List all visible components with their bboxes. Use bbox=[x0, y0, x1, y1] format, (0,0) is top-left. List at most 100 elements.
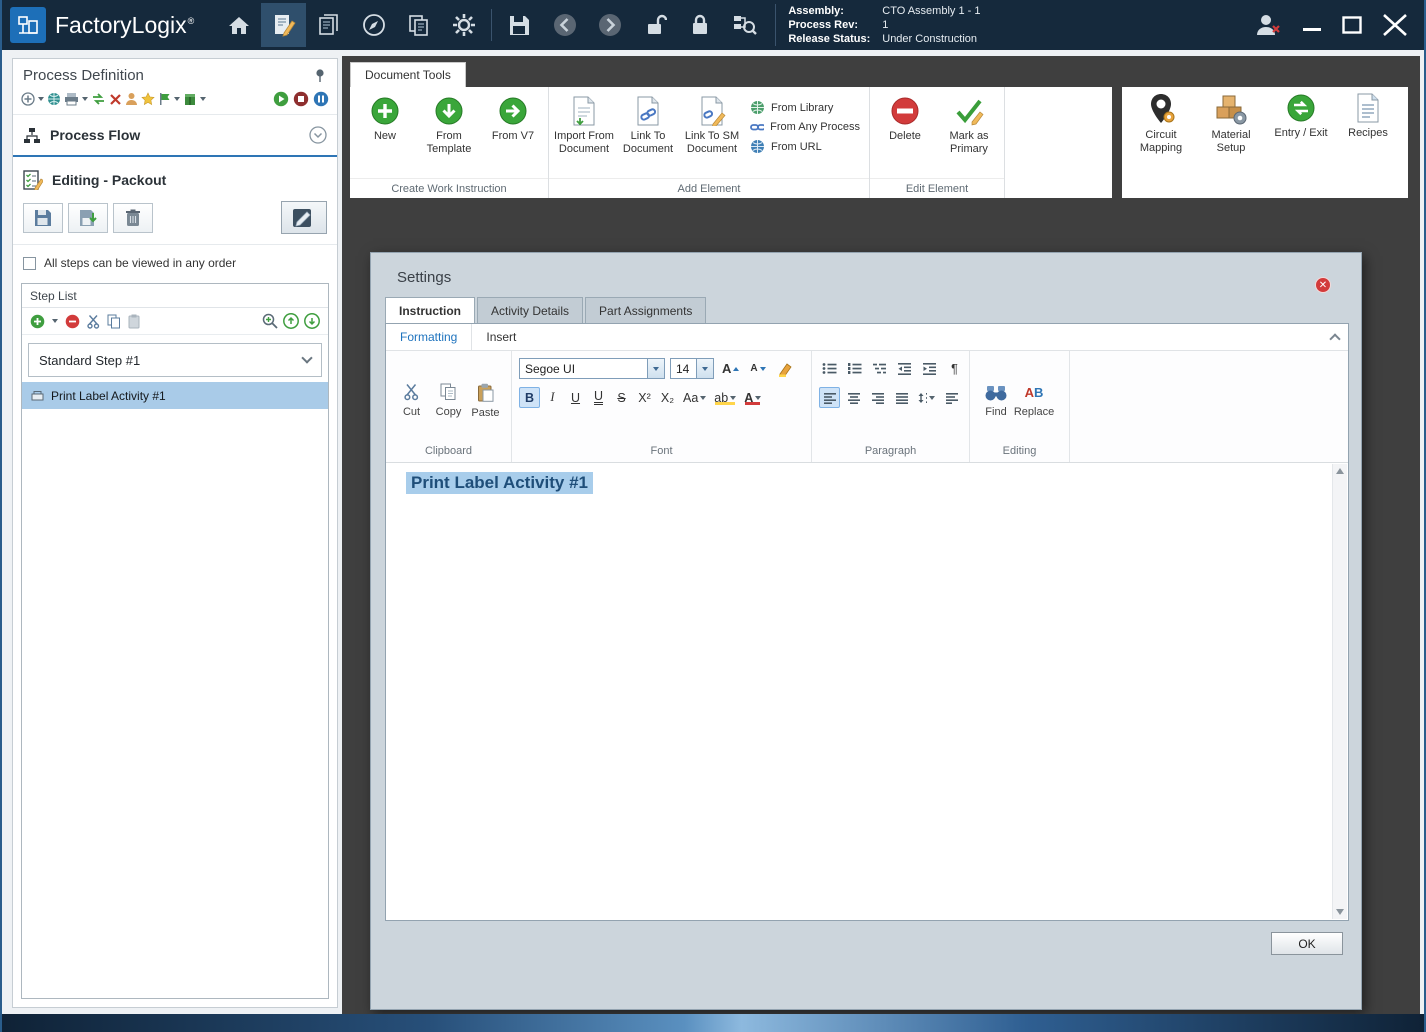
link-to-document-button[interactable]: Link To Document bbox=[616, 92, 680, 156]
maximize-button[interactable] bbox=[1342, 16, 1362, 34]
import-from-document-button[interactable]: Import From Document bbox=[552, 92, 616, 156]
tab-insert[interactable]: Insert bbox=[472, 324, 530, 350]
font-family-select[interactable]: Segoe UI bbox=[519, 358, 665, 379]
collapse-section-icon[interactable] bbox=[309, 126, 327, 144]
print-icon[interactable] bbox=[64, 92, 79, 106]
step-expand-chevron[interactable] bbox=[301, 352, 313, 364]
grow-font-button[interactable]: A bbox=[719, 358, 742, 379]
tab-instruction[interactable]: Instruction bbox=[385, 297, 475, 325]
pause-icon[interactable] bbox=[313, 91, 329, 107]
cut-step-icon[interactable] bbox=[87, 314, 100, 329]
print-dropdown-caret[interactable] bbox=[82, 97, 88, 101]
from-url-button[interactable]: From URL bbox=[750, 139, 860, 154]
collapse-ribbon-button[interactable] bbox=[1322, 324, 1348, 350]
align-right-button[interactable] bbox=[867, 387, 888, 408]
copy-step-icon[interactable] bbox=[107, 314, 121, 329]
star-icon[interactable] bbox=[141, 92, 155, 106]
entry-exit-button[interactable]: Entry / Exit bbox=[1266, 89, 1336, 196]
from-v7-button[interactable]: From V7 bbox=[481, 92, 545, 156]
add-step-caret[interactable] bbox=[52, 319, 58, 323]
superscript-button[interactable]: X² bbox=[634, 387, 655, 408]
subscript-button[interactable]: X₂ bbox=[657, 387, 678, 408]
forward-button[interactable] bbox=[587, 3, 632, 47]
paste-step-icon[interactable] bbox=[128, 314, 141, 329]
save-step-button[interactable] bbox=[23, 202, 63, 233]
add-dropdown-caret[interactable] bbox=[38, 97, 44, 101]
user-logout-button[interactable] bbox=[1254, 13, 1282, 37]
home-button[interactable] bbox=[216, 3, 261, 47]
pilcrow-button[interactable]: ¶ bbox=[944, 358, 965, 379]
increase-indent-button[interactable] bbox=[919, 358, 940, 379]
package-dropdown-caret[interactable] bbox=[200, 97, 206, 101]
save-button[interactable] bbox=[497, 3, 542, 47]
settings-close-icon[interactable]: ✕ bbox=[1315, 277, 1331, 293]
delete-step-button[interactable] bbox=[113, 202, 153, 233]
zoom-step-icon[interactable] bbox=[262, 313, 278, 329]
document-tools-tab[interactable]: Document Tools bbox=[350, 62, 466, 87]
add-step-icon[interactable] bbox=[30, 314, 45, 329]
flag-dropdown-caret[interactable] bbox=[174, 97, 180, 101]
steps-order-checkbox[interactable] bbox=[23, 256, 36, 270]
edit-work-instruction-button[interactable] bbox=[281, 201, 327, 234]
from-template-button[interactable]: From Template bbox=[417, 92, 481, 156]
align-left-button[interactable] bbox=[819, 387, 840, 408]
find-button[interactable]: Find bbox=[977, 381, 1015, 418]
back-button[interactable] bbox=[542, 3, 587, 47]
remove-step-icon[interactable] bbox=[65, 314, 80, 329]
material-setup-button[interactable]: Material Setup bbox=[1196, 89, 1266, 196]
import-step-button[interactable] bbox=[68, 202, 108, 233]
minimize-button[interactable] bbox=[1302, 16, 1322, 34]
copy-pages-button[interactable] bbox=[396, 3, 441, 47]
tab-part-assignments[interactable]: Part Assignments bbox=[585, 297, 707, 325]
add-icon[interactable] bbox=[21, 92, 35, 106]
underline-button[interactable]: U bbox=[565, 387, 586, 408]
circuit-mapping-button[interactable]: Circuit Mapping bbox=[1126, 89, 1196, 196]
recipes-button[interactable]: Recipes bbox=[1336, 89, 1400, 196]
font-size-dropdown-icon[interactable] bbox=[696, 359, 713, 378]
align-center-button[interactable] bbox=[843, 387, 864, 408]
italic-button[interactable]: I bbox=[542, 387, 563, 408]
change-case-button[interactable]: Aa bbox=[680, 387, 709, 408]
process-audit-button[interactable] bbox=[722, 3, 767, 47]
documents-button[interactable] bbox=[306, 3, 351, 47]
line-spacing-button[interactable] bbox=[915, 387, 938, 408]
gear-button[interactable] bbox=[441, 3, 486, 47]
from-any-process-button[interactable]: From Any Process bbox=[750, 121, 860, 133]
from-library-button[interactable]: From Library bbox=[750, 100, 860, 115]
activity-row-selected[interactable]: Print Label Activity #1 bbox=[22, 382, 328, 409]
process-flow-row[interactable]: Process Flow bbox=[13, 115, 337, 155]
justify-button[interactable] bbox=[891, 387, 912, 408]
move-down-icon[interactable] bbox=[304, 313, 320, 329]
scroll-down-icon[interactable] bbox=[1336, 909, 1344, 915]
tab-activity-details[interactable]: Activity Details bbox=[477, 297, 584, 325]
remove-icon[interactable] bbox=[109, 93, 122, 106]
strikethrough-button[interactable]: S bbox=[611, 387, 632, 408]
close-button[interactable] bbox=[1382, 14, 1408, 36]
package-icon[interactable] bbox=[183, 92, 197, 106]
copy-button[interactable]: Copy bbox=[430, 380, 467, 418]
unlock-button[interactable] bbox=[632, 3, 677, 47]
multilevel-list-button[interactable] bbox=[869, 358, 890, 379]
content-scrollbar[interactable] bbox=[1332, 464, 1347, 919]
tab-formatting[interactable]: Formatting bbox=[386, 324, 473, 350]
mark-as-primary-button[interactable]: Mark as Primary bbox=[937, 92, 1001, 156]
numbered-list-button[interactable] bbox=[844, 358, 865, 379]
ok-button[interactable]: OK bbox=[1271, 932, 1343, 955]
delete-element-button[interactable]: Delete bbox=[873, 92, 937, 156]
lock-button[interactable] bbox=[677, 3, 722, 47]
highlighter-pen-button[interactable] bbox=[774, 358, 796, 379]
navigate-button[interactable] bbox=[351, 3, 396, 47]
paragraph-spacing-button[interactable] bbox=[941, 387, 962, 408]
replace-button[interactable]: AB Replace bbox=[1014, 381, 1054, 418]
web-icon[interactable] bbox=[47, 92, 61, 106]
play-icon[interactable] bbox=[273, 91, 289, 107]
process-definition-button[interactable] bbox=[261, 3, 307, 47]
cut-button[interactable]: Cut bbox=[393, 380, 430, 418]
sync-icon[interactable] bbox=[91, 92, 106, 106]
flag-icon[interactable] bbox=[158, 92, 171, 106]
scroll-up-icon[interactable] bbox=[1336, 468, 1344, 474]
bullet-list-button[interactable] bbox=[819, 358, 840, 379]
link-to-sm-document-button[interactable]: Link To SM Document bbox=[680, 92, 744, 156]
selected-instruction-text[interactable]: Print Label Activity #1 bbox=[406, 472, 593, 494]
new-button[interactable]: New bbox=[353, 92, 417, 156]
